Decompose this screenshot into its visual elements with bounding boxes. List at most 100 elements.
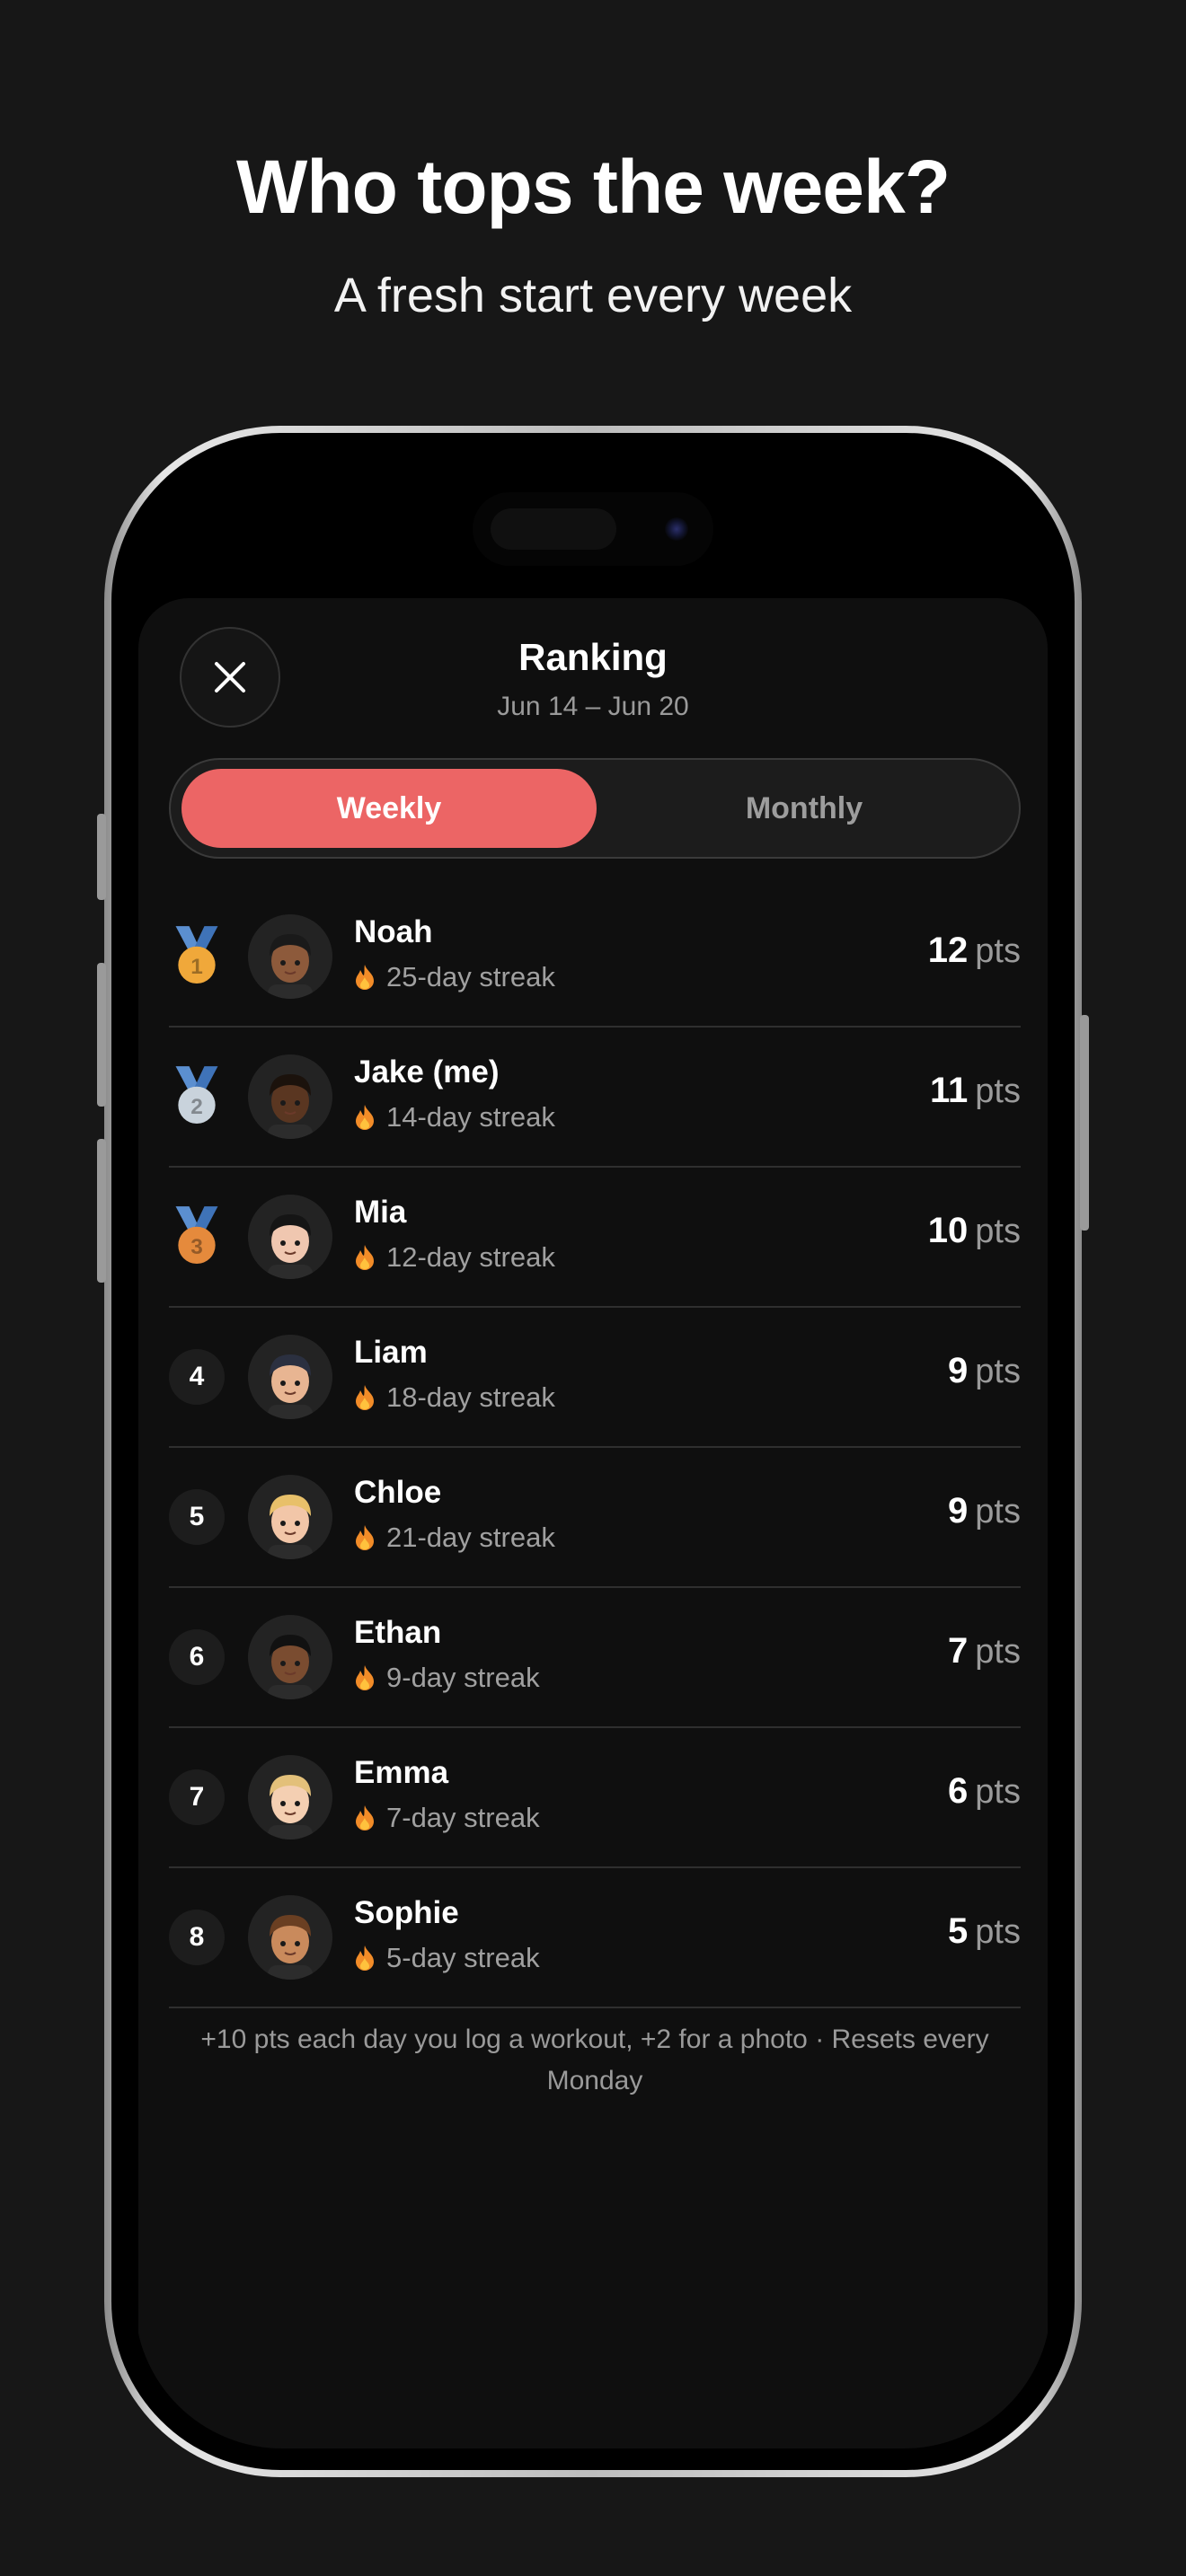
flame-icon: [356, 965, 374, 990]
user-name: Noah: [354, 914, 433, 949]
points-suffix: pts: [975, 1633, 1021, 1671]
user-name: Sophie: [354, 1895, 459, 1930]
flame-icon: [356, 1105, 374, 1130]
user-name: Mia: [354, 1195, 407, 1230]
ranking-row[interactable]: 8 Sophie 5-day streak 5 pts: [169, 1868, 1021, 2008]
avatar-icon: [248, 1335, 332, 1419]
points: 10 pts: [928, 1211, 1021, 1251]
rank-badge: 7: [169, 1769, 225, 1825]
points: 7 pts: [948, 1631, 1021, 1672]
streak-text: 21-day streak: [386, 1522, 555, 1553]
user-name: Liam: [354, 1335, 428, 1370]
flame-icon: [356, 1525, 374, 1550]
streak-info: 14-day streak: [354, 1101, 555, 1134]
ranking-row[interactable]: 4 Liam 18-day streak 9 pts: [169, 1308, 1021, 1448]
points-value: 9: [948, 1351, 969, 1390]
avatar-mia: [248, 1195, 332, 1279]
rank-number: 4: [169, 1349, 225, 1405]
points-value: 11: [930, 1071, 969, 1110]
avatar-icon: [248, 1895, 332, 1980]
streak-text: 9-day streak: [386, 1662, 540, 1693]
avatar-sophie: [248, 1895, 332, 1980]
ranking-row[interactable]: 6 Ethan 9-day streak 7 pts: [169, 1588, 1021, 1728]
ranking-sheet: Ranking Jun 14 – Jun 20 Weekly Monthly 1: [138, 598, 1048, 2448]
points: 6 pts: [948, 1771, 1021, 1812]
streak-info: 21-day streak: [354, 1522, 555, 1554]
avatar-icon: [248, 1615, 332, 1699]
points-value: 9: [948, 1491, 969, 1531]
flame-icon: [356, 1805, 374, 1831]
ranking-row[interactable]: 5 Chloe 21-day streak 9 pts: [169, 1448, 1021, 1588]
rank-badge: 8: [169, 1910, 225, 1965]
streak-text: 14-day streak: [386, 1101, 555, 1133]
streak-info: 25-day streak: [354, 961, 555, 993]
points-suffix: pts: [975, 1913, 1021, 1951]
points: 11 pts: [930, 1071, 1021, 1111]
rank-number: 3: [190, 1235, 203, 1259]
points: 12 pts: [928, 931, 1021, 971]
streak-text: 7-day streak: [386, 1802, 540, 1833]
avatar-ethan: [248, 1615, 332, 1699]
streak-text: 25-day streak: [386, 961, 555, 992]
rank-number: 5: [169, 1489, 225, 1545]
tab-monthly[interactable]: Monthly: [597, 769, 1012, 848]
streak-info: 7-day streak: [354, 1802, 540, 1834]
rank-number: 7: [169, 1769, 225, 1825]
rank-number: 8: [169, 1910, 225, 1965]
date-range: Jun 14 – Jun 20: [497, 692, 689, 721]
dynamic-island: [473, 492, 713, 566]
avatar-liam: [248, 1335, 332, 1419]
avatar-icon: [248, 914, 332, 999]
flame-icon: [356, 1385, 374, 1410]
streak-info: 5-day streak: [354, 1942, 540, 1974]
points-suffix: pts: [975, 1072, 1021, 1110]
points-value: 7: [948, 1631, 969, 1671]
streak-text: 18-day streak: [386, 1381, 555, 1413]
avatar-emma: [248, 1755, 332, 1839]
points-value: 5: [948, 1911, 969, 1951]
avatar-icon: [248, 1195, 332, 1279]
ranking-row[interactable]: 2 Jake (me) 14-day streak 11 pts: [169, 1028, 1021, 1168]
tab-weekly[interactable]: Weekly: [181, 769, 597, 848]
points-value: 6: [948, 1771, 969, 1811]
ranking-row[interactable]: 3 Mia 12-day streak 10 pts: [169, 1168, 1021, 1308]
volume-down-button: [97, 1139, 106, 1283]
streak-text: 12-day streak: [386, 1241, 555, 1273]
rank-number: 1: [190, 955, 203, 979]
action-button: [97, 814, 106, 900]
points-suffix: pts: [975, 1353, 1021, 1390]
avatar-icon: [248, 1054, 332, 1139]
rank-badge: 1: [169, 926, 225, 984]
rank-badge: 6: [169, 1629, 225, 1685]
headline: Who tops the week?: [235, 145, 951, 229]
promo-page: Who tops the week? A fresh start every w…: [0, 0, 1186, 2576]
gold-medal-icon: 1: [175, 926, 218, 984]
avatar-jake: [248, 1054, 332, 1139]
scoring-footnote: +10 pts each day you log a workout, +2 f…: [200, 2025, 989, 2095]
avatar-icon: [248, 1475, 332, 1559]
rank-badge: 5: [169, 1489, 225, 1545]
streak-info: 18-day streak: [354, 1381, 555, 1414]
user-name: Emma: [354, 1755, 449, 1790]
points: 5 pts: [948, 1911, 1021, 1952]
points-suffix: pts: [975, 1773, 1021, 1811]
ranking-row[interactable]: 1 Noah 25-day streak 12 pts: [169, 887, 1021, 1028]
period-segmented-control: Weekly Monthly: [169, 758, 1021, 859]
flame-icon: [356, 1245, 374, 1270]
user-name: Ethan: [354, 1615, 442, 1650]
phone-screen: Ranking Jun 14 – Jun 20 Weekly Monthly 1: [135, 454, 1051, 2448]
ranking-row[interactable]: 7 Emma 7-day streak 6 pts: [169, 1728, 1021, 1868]
points-value: 10: [927, 1211, 969, 1250]
points-suffix: pts: [975, 1213, 1021, 1250]
flame-icon: [356, 1945, 374, 1971]
sheet-title: Ranking: [518, 636, 668, 678]
points: 9 pts: [948, 1351, 1021, 1391]
points: 9 pts: [948, 1491, 1021, 1531]
ranking-list: 1 Noah 25-day streak 12 pts 2 Jake (me) …: [169, 887, 1021, 2008]
avatar-chloe: [248, 1475, 332, 1559]
silver-medal-icon: 2: [175, 1066, 218, 1125]
streak-info: 12-day streak: [354, 1241, 555, 1274]
rank-number: 6: [169, 1629, 225, 1685]
rank-badge: 2: [169, 1066, 225, 1125]
flame-icon: [356, 1665, 374, 1690]
